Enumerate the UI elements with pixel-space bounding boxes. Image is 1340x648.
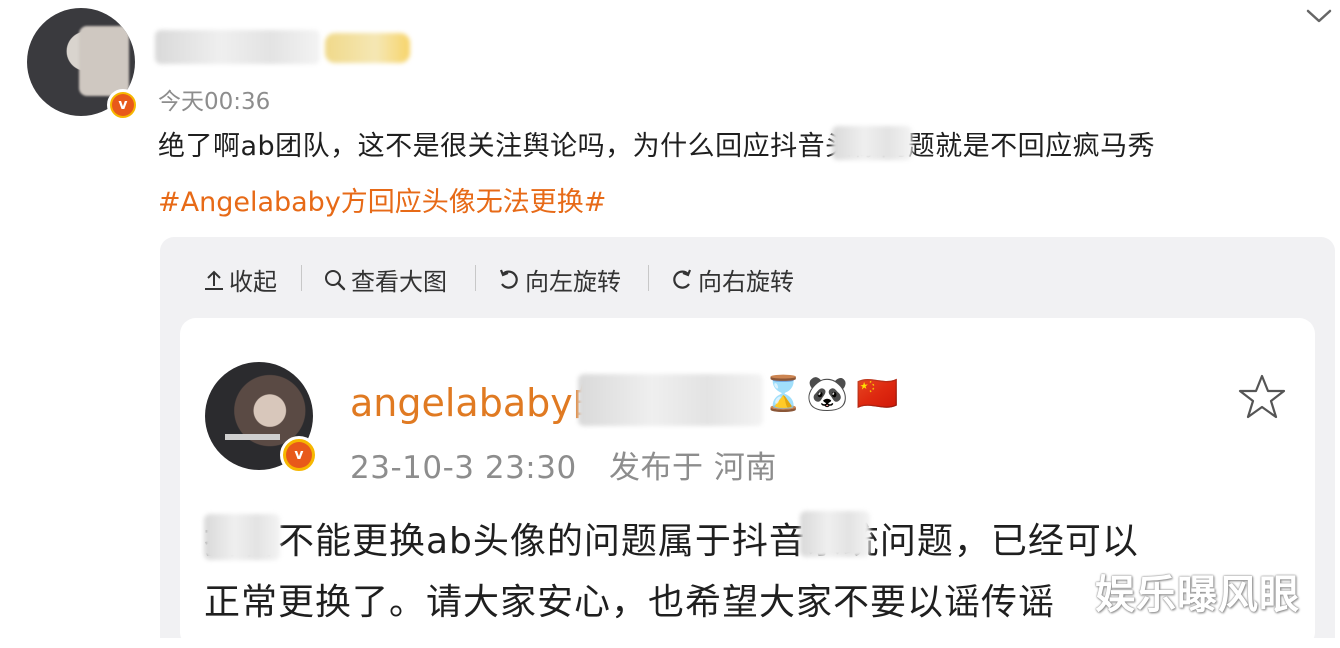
quoted-location: 发布于 河南 xyxy=(609,450,777,486)
rotate-left-button[interactable]: 向左旋转 xyxy=(497,262,621,297)
quoted-body-line-1: 抖音不能更换ab头像的问题属于抖音系统问题，已经可以 xyxy=(204,521,1139,562)
search-icon xyxy=(325,269,346,290)
quoted-verified-badge-icon: v xyxy=(280,436,318,474)
body-redaction xyxy=(204,514,280,560)
quoted-author-name: angelababy的 xyxy=(350,381,611,425)
quoted-time: 23-10-3 23:30 xyxy=(350,450,577,486)
quoted-time-location: 23-10-3 23:30 发布于 河南 xyxy=(350,442,777,487)
rotate-right-label: 向右旋转 xyxy=(698,268,794,296)
hashtag-link[interactable]: #Angelababy方回应头像无法更换# xyxy=(158,180,606,219)
quoted-body-line-2: 正常更换了。请大家安心，也希望大家不要以谣传谣 xyxy=(204,582,1056,623)
china-flag-icon: 🇨🇳 xyxy=(856,374,899,414)
hourglass-icon: ⌛ xyxy=(762,374,805,414)
toolbar-divider xyxy=(475,265,476,291)
view-large-button[interactable]: 查看大图 xyxy=(323,262,447,297)
collapse-label: 收起 xyxy=(229,268,277,296)
post-time: 今天00:36 xyxy=(158,89,271,115)
panda-icon: 🐼 xyxy=(806,374,849,414)
rotate-left-icon xyxy=(499,269,518,289)
watermark: 娱乐曝风眼 xyxy=(1095,572,1300,618)
rotate-right-button[interactable]: 向右旋转 xyxy=(670,262,794,297)
verified-badge-icon: v xyxy=(107,89,139,121)
rotate-right-icon xyxy=(673,269,692,289)
rotate-left-label: 向左旋转 xyxy=(525,268,621,296)
collapse-button[interactable]: 收起 xyxy=(203,262,277,297)
star-icon xyxy=(1238,374,1286,419)
toolbar-divider xyxy=(301,265,302,291)
body-redaction xyxy=(800,511,870,557)
author-badge-redacted xyxy=(325,33,410,63)
view-large-label: 查看大图 xyxy=(351,268,447,296)
quoted-name-redaction xyxy=(578,374,763,426)
post-text: 绝了啊ab团队，这不是很关注舆论吗，为什么回应抖音头像问题就是不回应疯马秀 xyxy=(158,131,1156,162)
author-name-redacted[interactable] xyxy=(155,30,320,64)
chevron-down-icon[interactable] xyxy=(1306,8,1332,24)
collapse-arrow-icon xyxy=(205,270,223,290)
text-redaction xyxy=(832,126,912,160)
toolbar-divider xyxy=(648,265,649,291)
